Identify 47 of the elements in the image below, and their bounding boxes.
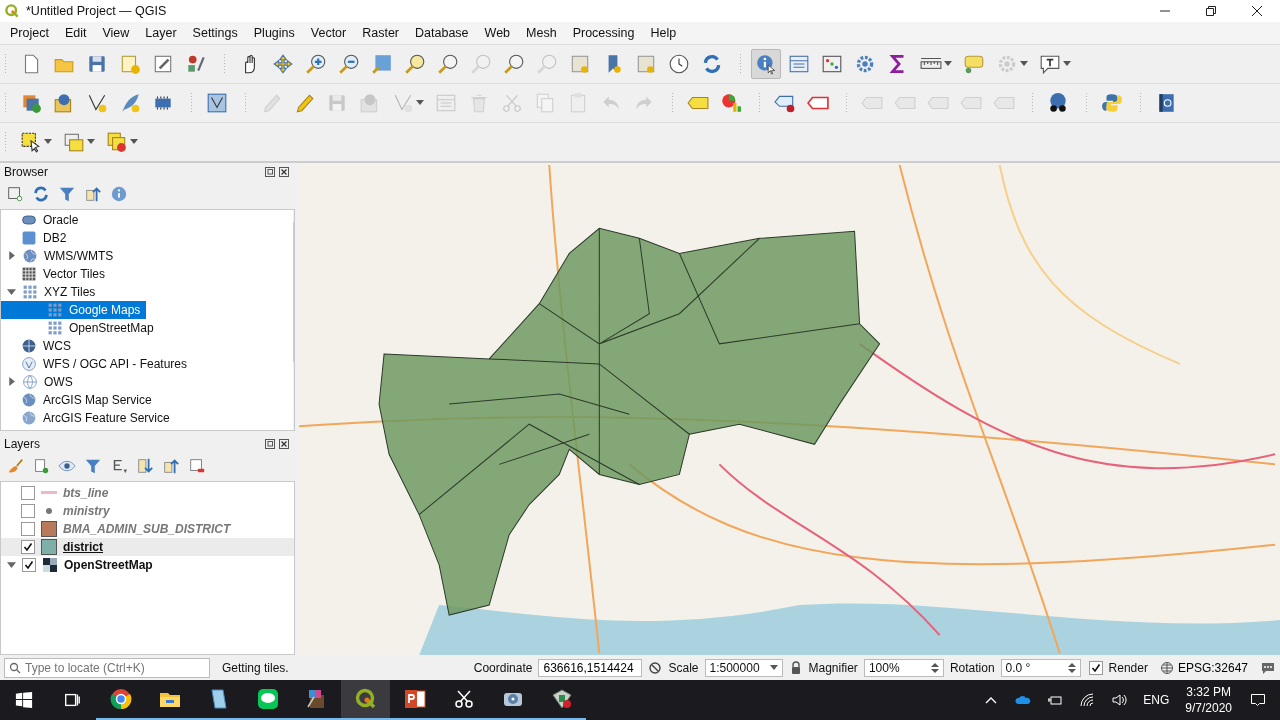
coordinate-field[interactable]: 636616,1514424 <box>538 658 643 677</box>
coordinate-label: Coordinate <box>473 660 533 675</box>
tree-item[interactable]: Vector Tiles <box>1 264 112 283</box>
tree-item[interactable]: Google Maps <box>1 300 147 319</box>
legend-row[interactable]: district <box>1 537 294 556</box>
tree-item[interactable]: ArcGIS Map Service <box>1 390 158 409</box>
menu-item[interactable]: Project <box>2 23 57 42</box>
clock-button[interactable]: 3:32 PM 9/7/2020 <box>1177 684 1240 716</box>
status-message: Getting tiles. <box>222 660 289 675</box>
menu-item[interactable]: Raster <box>354 23 408 42</box>
magnifier-spinbox[interactable]: 100% <box>863 658 944 677</box>
panel-title: Browser <box>4 164 48 179</box>
menu-item[interactable]: Layer <box>137 23 185 42</box>
legend-row[interactable]: ministry <box>1 501 294 520</box>
tree-item[interactable]: OWS <box>1 372 79 391</box>
menu-item[interactable]: Database <box>407 23 477 42</box>
tree-item[interactable]: XYZ Tiles <box>1 282 102 301</box>
window-title: *Untitled Project — QGIS <box>26 4 167 18</box>
tree-item[interactable]: WFS / OGC API - Features <box>1 354 194 373</box>
legend-row[interactable]: bts_line <box>1 483 294 502</box>
rotation-label: Rotation <box>949 660 995 675</box>
tree-item[interactable]: WCS <box>1 336 77 355</box>
crs-button[interactable]: EPSG:32647 <box>1153 660 1254 675</box>
render-label: Render <box>1108 660 1148 675</box>
menu-item[interactable]: Processing <box>564 23 643 42</box>
tree-item[interactable]: ArcGIS Feature Service <box>1 408 176 427</box>
menu-item[interactable]: Edit <box>56 23 95 42</box>
legend-row[interactable]: OpenStreetMap <box>1 555 294 574</box>
menu-item[interactable]: Plugins <box>245 23 303 42</box>
locate-search-field[interactable]: Type to locate (Ctrl+K) <box>4 657 210 678</box>
tree-item[interactable]: DB2 <box>1 228 73 247</box>
magnifier-label: Magnifier <box>808 660 858 675</box>
tree-item[interactable]: OpenStreetMap <box>1 318 160 337</box>
menu-item[interactable]: Help <box>642 23 685 42</box>
tree-item[interactable]: Oracle <box>1 210 85 229</box>
language-button[interactable]: ENG <box>1135 693 1178 707</box>
menu-item[interactable]: Vector <box>302 23 355 42</box>
menu-item[interactable]: Web <box>476 23 519 42</box>
scale-label: Scale <box>668 660 699 675</box>
menu-item[interactable]: Mesh <box>518 23 565 42</box>
menu-item[interactable]: View <box>94 23 138 42</box>
tree-item[interactable]: WMS/WMTS <box>1 246 120 265</box>
legend-row[interactable]: BMA_ADMIN_SUB_DISTRICT <box>1 519 294 538</box>
rotation-spinbox[interactable]: 0.0 ° <box>1000 658 1081 677</box>
scale-combobox[interactable]: 1:500000 <box>704 658 783 677</box>
menu-item[interactable]: Settings <box>184 23 246 42</box>
panel-title: Layers <box>4 436 41 451</box>
